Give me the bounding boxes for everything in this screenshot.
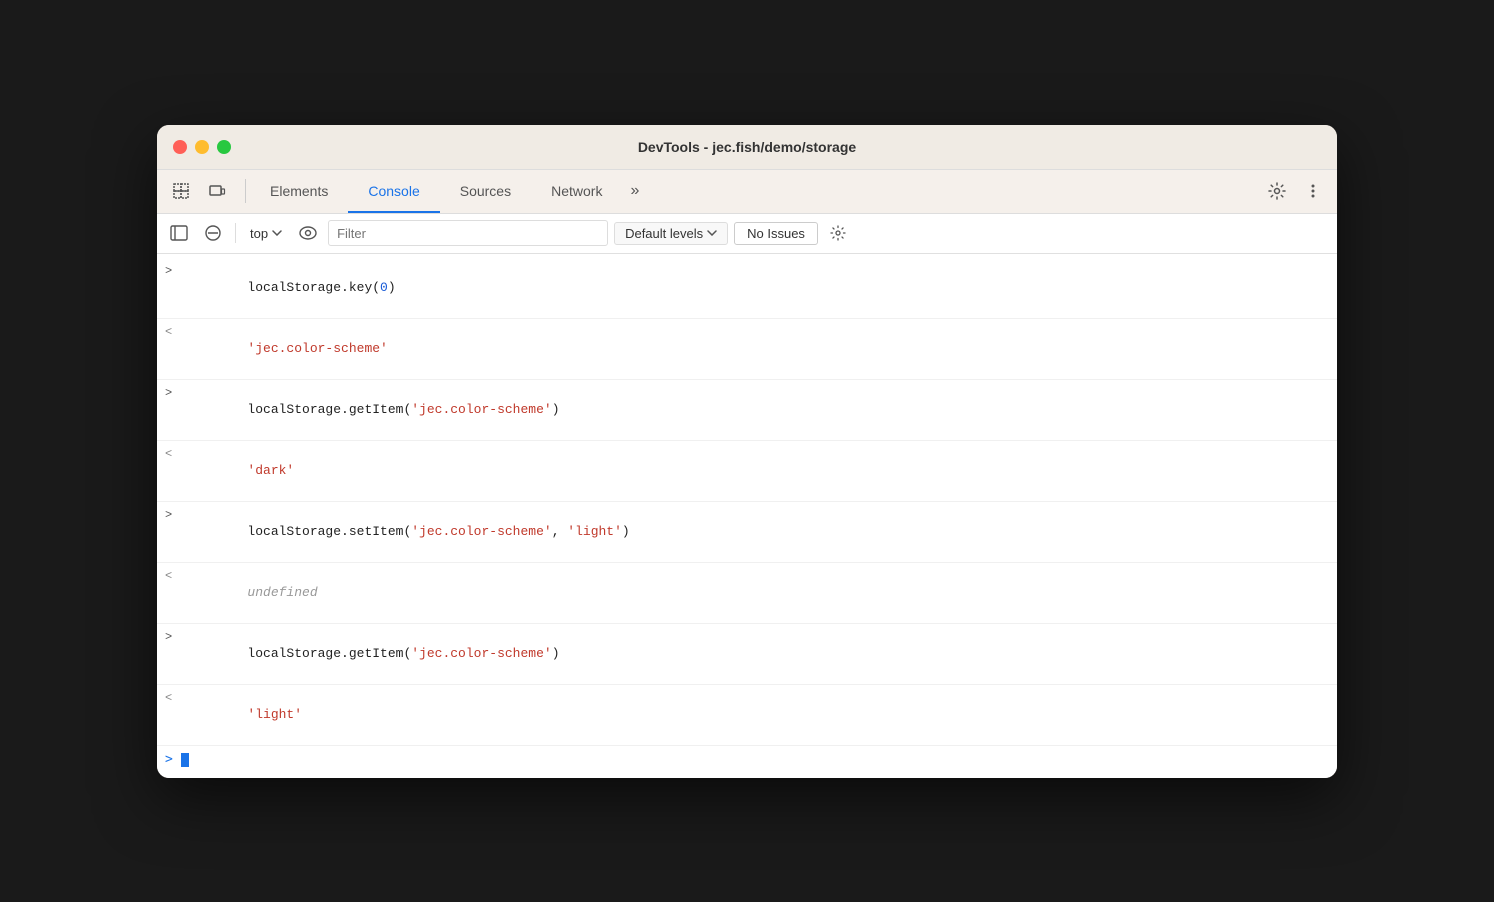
tabs-container: Elements Console Sources Network » bbox=[250, 170, 647, 213]
output-arrow-8: < bbox=[165, 688, 185, 707]
output-arrow-2: < bbox=[165, 322, 185, 341]
console-line-1: > localStorage.key(0) bbox=[157, 258, 1337, 319]
console-content-3: localStorage.getItem('jec.color-scheme') bbox=[185, 383, 1325, 437]
close-button[interactable] bbox=[173, 140, 187, 154]
console-content-8: 'light' bbox=[185, 688, 1325, 742]
console-line-3: > localStorage.getItem('jec.color-scheme… bbox=[157, 380, 1337, 441]
settings-icon[interactable] bbox=[1261, 175, 1293, 207]
console-content-7: localStorage.getItem('jec.color-scheme') bbox=[185, 627, 1325, 681]
tab-bar: Elements Console Sources Network » bbox=[157, 170, 1337, 214]
console-line-5: > localStorage.setItem('jec.color-scheme… bbox=[157, 502, 1337, 563]
input-arrow-1: > bbox=[165, 261, 185, 280]
tab-icons bbox=[165, 175, 233, 207]
console-output: > localStorage.key(0) < 'jec.color-schem… bbox=[157, 254, 1337, 778]
window-controls bbox=[173, 140, 231, 154]
window-title: DevTools - jec.fish/demo/storage bbox=[638, 139, 856, 155]
input-arrow-3: > bbox=[165, 383, 185, 402]
tab-bar-right bbox=[1261, 175, 1329, 207]
context-selector[interactable]: top bbox=[244, 224, 288, 243]
console-line-4: < 'dark' bbox=[157, 441, 1337, 502]
input-arrow-5: > bbox=[165, 505, 185, 524]
tab-divider bbox=[245, 179, 246, 203]
tab-console[interactable]: Console bbox=[348, 170, 439, 213]
more-tabs-button[interactable]: » bbox=[622, 170, 647, 213]
toolbar-divider-1 bbox=[235, 223, 236, 243]
tab-sources[interactable]: Sources bbox=[440, 170, 531, 213]
device-toolbar-icon[interactable] bbox=[201, 175, 233, 207]
console-content-4: 'dark' bbox=[185, 444, 1325, 498]
context-label: top bbox=[250, 226, 268, 241]
inspect-element-icon[interactable] bbox=[165, 175, 197, 207]
console-line-2: < 'jec.color-scheme' bbox=[157, 319, 1337, 380]
tab-elements[interactable]: Elements bbox=[250, 170, 348, 213]
console-line-6: < undefined bbox=[157, 563, 1337, 624]
input-arrow-7: > bbox=[165, 627, 185, 646]
console-line-8: < 'light' bbox=[157, 685, 1337, 746]
minimize-button[interactable] bbox=[195, 140, 209, 154]
sidebar-toggle-button[interactable] bbox=[165, 219, 193, 247]
filter-input[interactable] bbox=[328, 220, 608, 246]
maximize-button[interactable] bbox=[217, 140, 231, 154]
devtools-window: DevTools - jec.fish/demo/storage E bbox=[157, 125, 1337, 778]
console-line-7: > localStorage.getItem('jec.color-scheme… bbox=[157, 624, 1337, 685]
output-arrow-6: < bbox=[165, 566, 185, 585]
cursor-arrow: > bbox=[165, 752, 173, 767]
eye-filter-button[interactable] bbox=[294, 219, 322, 247]
levels-label: Default levels bbox=[625, 226, 703, 241]
title-bar: DevTools - jec.fish/demo/storage bbox=[157, 125, 1337, 170]
text-cursor bbox=[181, 753, 189, 767]
console-content-5: localStorage.setItem('jec.color-scheme',… bbox=[185, 505, 1325, 559]
console-content-6: undefined bbox=[185, 566, 1325, 620]
no-issues-button[interactable]: No Issues bbox=[734, 222, 818, 245]
tab-network[interactable]: Network bbox=[531, 170, 622, 213]
log-levels-button[interactable]: Default levels bbox=[614, 222, 728, 245]
console-cursor-line[interactable]: > bbox=[157, 746, 1337, 774]
console-content-2: 'jec.color-scheme' bbox=[185, 322, 1325, 376]
more-options-icon[interactable] bbox=[1297, 175, 1329, 207]
console-settings-button[interactable] bbox=[824, 219, 852, 247]
console-toolbar: top Default levels No Issues bbox=[157, 214, 1337, 254]
clear-console-button[interactable] bbox=[199, 219, 227, 247]
output-arrow-4: < bbox=[165, 444, 185, 463]
console-content-1: localStorage.key(0) bbox=[185, 261, 1325, 315]
